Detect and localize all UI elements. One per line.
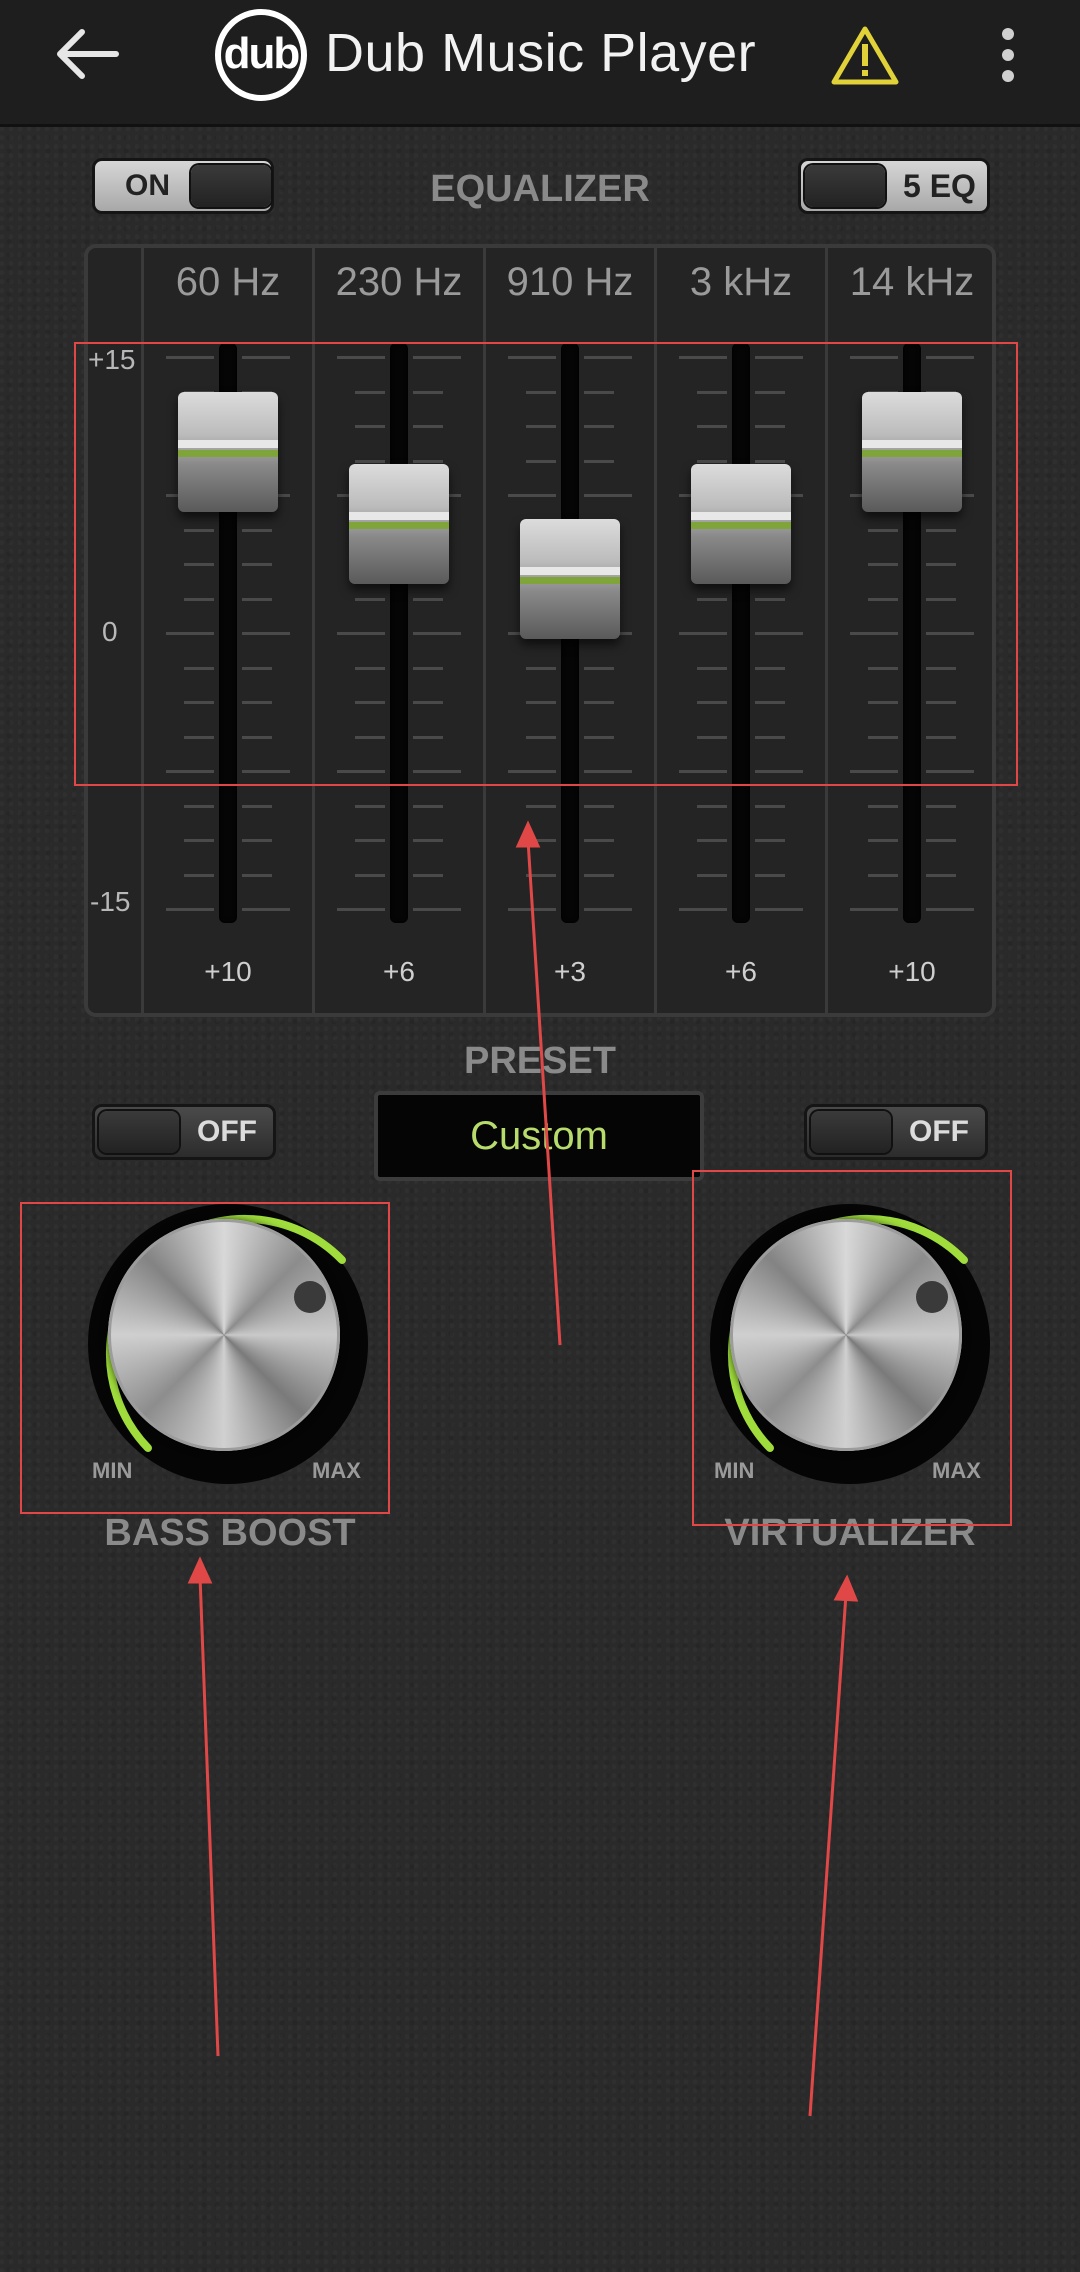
eq-mode-label: 5 EQ <box>903 168 976 204</box>
more-vertical-icon[interactable] <box>988 26 1028 84</box>
eq-tick <box>926 873 956 877</box>
eq-tick <box>526 873 556 877</box>
eq-band-frequency: 60 Hz <box>175 260 281 304</box>
toggle-knob <box>191 165 271 207</box>
eq-tick <box>413 908 461 911</box>
eq-tick <box>184 839 214 842</box>
eq-tick <box>355 804 385 808</box>
eq-tick <box>242 873 272 877</box>
eq-tick <box>584 908 632 911</box>
virtualizer-toggle[interactable]: OFF <box>804 1104 988 1160</box>
preset-selector[interactable]: Custom <box>374 1091 704 1181</box>
bass-boost-title: BASS BOOST <box>104 1512 356 1554</box>
eq-band-frequency: 3 kHz <box>689 260 793 304</box>
annotation-box-equalizer <box>74 342 1018 786</box>
eq-tick <box>508 908 556 911</box>
eq-tick <box>184 873 214 877</box>
eq-tick <box>697 873 727 877</box>
bass-boost-toggle[interactable]: OFF <box>92 1104 276 1160</box>
preset-title: PRESET <box>463 1040 617 1082</box>
app-logo: dub <box>215 9 307 101</box>
eq-tick <box>850 908 898 911</box>
eq-band-value: +6 <box>383 956 415 987</box>
eq-band-frequency: 910 Hz <box>506 260 634 304</box>
db-label-bottom: -15 <box>90 886 131 917</box>
bass-boost-toggle-label: OFF <box>197 1115 257 1148</box>
eq-tick <box>584 839 614 842</box>
eq-tick <box>868 839 898 842</box>
eq-tick <box>584 804 614 808</box>
eq-tick <box>755 873 785 877</box>
eq-tick <box>184 804 214 808</box>
eq-tick <box>413 873 443 877</box>
eq-tick <box>526 804 556 808</box>
eq-tick <box>242 908 290 911</box>
eq-band-value: +6 <box>725 956 757 987</box>
eq-tick <box>868 873 898 877</box>
eq-tick <box>926 908 974 911</box>
eq-band-value: +10 <box>204 956 252 987</box>
top-app-bar: dub Dub Music Player <box>0 0 1080 127</box>
eq-tick <box>355 873 385 877</box>
eq-tick <box>413 839 443 842</box>
eq-tick <box>355 839 385 842</box>
eq-mode-button[interactable]: 5 EQ <box>798 158 990 214</box>
virtualizer-toggle-label: OFF <box>909 1115 969 1148</box>
toggle-knob <box>99 1111 179 1153</box>
arrow-left-icon[interactable] <box>52 24 124 84</box>
warning-triangle-icon[interactable] <box>830 24 900 86</box>
eq-tick <box>242 839 272 842</box>
eq-band-value: +3 <box>554 956 586 987</box>
eq-tick <box>868 804 898 808</box>
eq-tick <box>166 908 214 911</box>
equalizer-toggle[interactable]: ON <box>92 158 274 214</box>
toggle-knob <box>811 1111 891 1153</box>
toggle-knob <box>805 165 885 207</box>
eq-tick <box>526 839 556 842</box>
eq-band-frequency: 14 kHz <box>849 260 975 304</box>
eq-tick <box>926 839 956 842</box>
eq-band-frequency: 230 Hz <box>335 260 463 304</box>
eq-tick <box>242 804 272 808</box>
equalizer-title: EQUALIZER <box>430 168 650 210</box>
eq-tick <box>584 873 614 877</box>
eq-tick <box>413 804 443 808</box>
eq-tick <box>697 804 727 808</box>
eq-tick <box>926 804 956 808</box>
annotation-box-virtualizer <box>692 1170 1012 1526</box>
app-title: Dub Music Player <box>325 23 757 83</box>
eq-tick <box>755 839 785 842</box>
eq-tick <box>755 804 785 808</box>
equalizer-toggle-label: ON <box>125 169 170 202</box>
eq-tick <box>697 839 727 842</box>
eq-tick <box>337 908 385 911</box>
eq-band-value: +10 <box>888 956 936 987</box>
eq-tick <box>679 908 727 911</box>
annotation-box-bass-boost <box>20 1202 390 1514</box>
eq-tick <box>755 908 803 911</box>
